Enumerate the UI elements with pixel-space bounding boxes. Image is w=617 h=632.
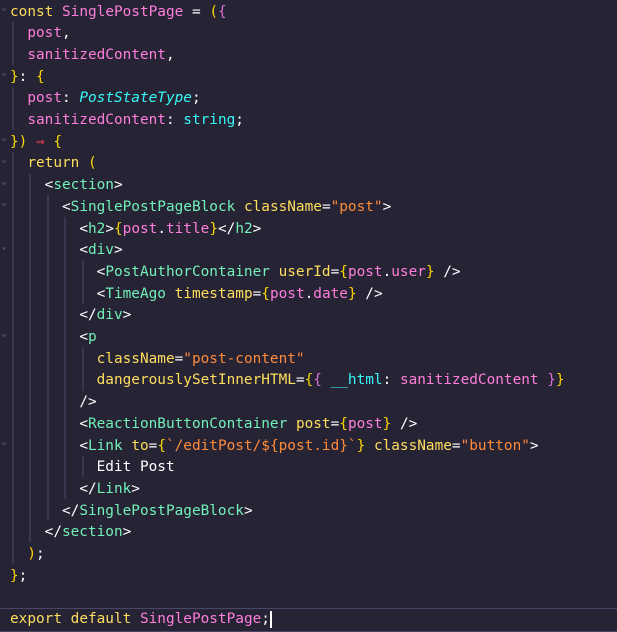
code-line-text: post: PostStateType; [27,90,201,107]
code-line-text: <section> [44,177,123,194]
code-line[interactable]: <TimeAgo timestamp={post.date} /> [0,284,617,306]
code-line[interactable]: <h2>{post.title}</h2> [0,219,617,241]
text-cursor [269,610,272,628]
code-line-text: <PostAuthorContainer userId={post.user} … [96,263,461,280]
code-line-text: className="post-content" [96,350,305,367]
code-line-text: }) ⇒ { [10,133,63,150]
code-line-text: post, [27,25,71,42]
code-line-text: }: { [10,68,45,85]
code-line-text: /> [79,394,97,411]
code-line-text: </section> [44,524,132,541]
code-line-text: sanitizedContent, [27,46,175,63]
code-line-text: <div> [79,242,123,259]
code-line-text: </SinglePostPageBlock> [61,502,253,519]
code-line-text: sanitizedContent: string; [27,112,244,128]
code-line[interactable]: </div> [0,305,617,327]
code-line[interactable]: }: { [0,67,617,89]
code-line-text: dangerouslySetInnerHTML={{ __html: sanit… [96,372,565,389]
code-line-text: <p [79,329,97,345]
code-line-text: <Link to={`/editPost/${post.id}`} classN… [79,437,539,454]
code-line-text: export default SinglePostPage; [10,610,272,628]
code-line[interactable]: dangerouslySetInnerHTML={{ __html: sanit… [0,370,617,392]
code-line[interactable]: sanitizedContent: string; [0,110,617,132]
code-line-text: <ReactionButtonContainer post={post} /> [79,415,418,432]
code-line[interactable]: }; [0,566,617,588]
code-line-text: <SinglePostPageBlock className="post"> [61,198,392,215]
code-line[interactable]: const SinglePostPage = ({ [0,2,617,24]
code-line[interactable]: ); [0,544,617,566]
code-line[interactable]: </Link> [0,479,617,501]
code-line[interactable]: Edit Post [0,457,617,479]
code-line-text: </Link> [79,480,140,497]
code-line[interactable]: <section> [0,175,617,197]
code-line[interactable]: }) ⇒ { [0,132,617,154]
code-line-text: <h2>{post.title}</h2> [79,220,262,237]
code-line[interactable]: sanitizedContent, [0,45,617,67]
code-line-text: }; [10,567,28,584]
code-line[interactable]: post: PostStateType; [0,88,617,110]
code-line[interactable]: <ReactionButtonContainer post={post} /> [0,414,617,436]
code-line[interactable]: <div> [0,240,617,262]
code-line[interactable]: </section> [0,522,617,544]
code-line[interactable]: return ( [0,153,617,175]
code-line-text: </div> [79,307,132,324]
code-line-text: ); [27,546,45,562]
code-line[interactable]: export default SinglePostPage; [0,609,617,631]
code-editor[interactable]: ⌄ ⌄ ⌄ ⌄ ⌄ ⌄ ⌄ ⌄ ⌄ const SinglePostPage = ({ post,… [0,0,617,632]
code-line-text: Edit Post [96,459,175,476]
code-line-text: const SinglePostPage = ({ [10,3,227,20]
code-line[interactable]: /> [0,392,617,414]
code-line-text: return ( [27,155,97,172]
code-line-text: <TimeAgo timestamp={post.date} /> [96,285,383,302]
code-line[interactable]: <Link to={`/editPost/${post.id}`} classN… [0,436,617,458]
code-line[interactable]: </SinglePostPageBlock> [0,501,617,523]
code-line[interactable]: <p [0,327,617,349]
code-line[interactable]: post, [0,23,617,45]
code-line[interactable]: <PostAuthorContainer userId={post.user} … [0,262,617,284]
code-line[interactable]: className="post-content" [0,349,617,371]
code-line[interactable]: <SinglePostPageBlock className="post"> [0,197,617,219]
code-line[interactable] [0,587,617,609]
